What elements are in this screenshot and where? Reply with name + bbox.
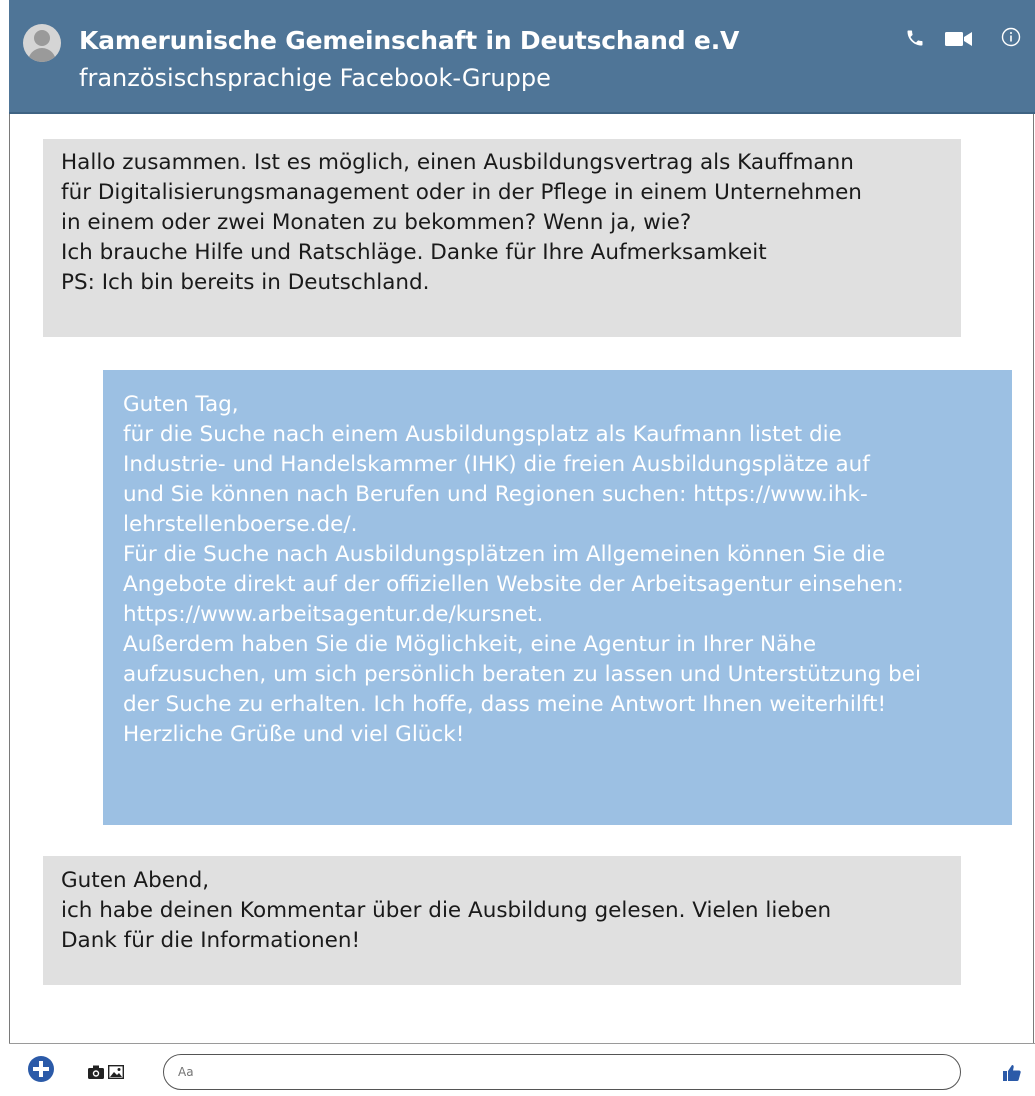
info-icon[interactable] — [1001, 27, 1021, 47]
message-outgoing: Guten Tag, für die Suche nach einem Ausb… — [103, 370, 1012, 825]
phone-icon[interactable] — [905, 28, 925, 48]
message-composer-bar — [9, 1043, 1035, 1096]
conversation-title[interactable]: Kamerunische Gemeinschaft in Deutschand … — [79, 26, 739, 55]
image-icon[interactable] — [108, 1065, 124, 1079]
avatar[interactable] — [23, 24, 61, 62]
add-icon[interactable] — [28, 1056, 54, 1082]
message-input[interactable] — [163, 1054, 961, 1090]
camera-icon[interactable] — [88, 1065, 104, 1079]
message-incoming: Guten Abend, ich habe deinen Kommentar ü… — [43, 856, 961, 985]
avatar-head — [34, 30, 50, 46]
thumbs-up-icon[interactable] — [1003, 1064, 1021, 1082]
chat-header: Kamerunische Gemeinschaft in Deutschand … — [9, 0, 1035, 114]
video-camera-icon[interactable] — [945, 30, 973, 48]
conversation-subtitle: französischsprachige Facebook-Gruppe — [79, 64, 551, 92]
message-incoming: Hallo zusammen. Ist es möglich, einen Au… — [43, 139, 961, 337]
avatar-shoulders — [28, 48, 56, 62]
